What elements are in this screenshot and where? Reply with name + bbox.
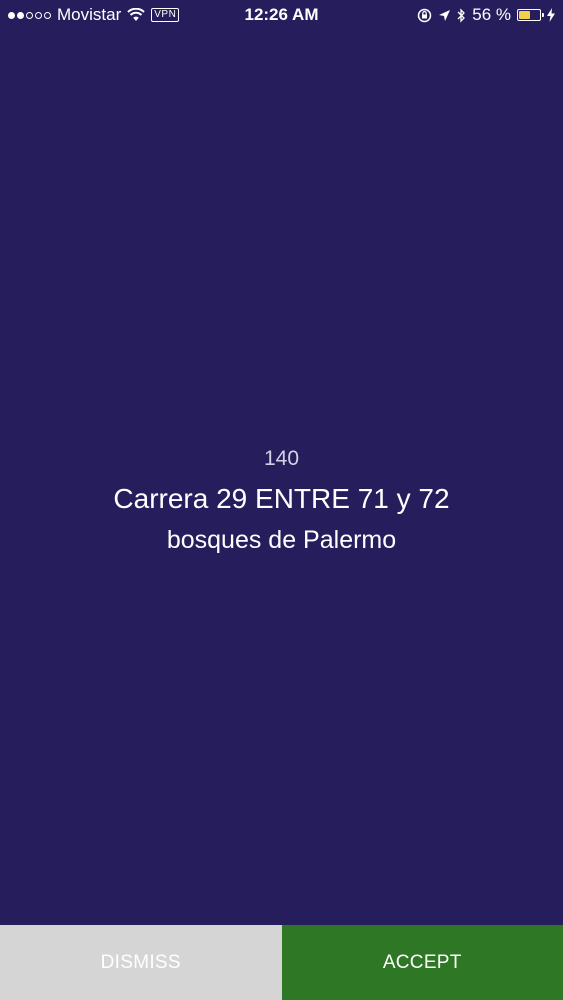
request-neighborhood: bosques de Palermo bbox=[166, 526, 397, 554]
accept-button[interactable]: ACCEPT bbox=[281, 925, 563, 1000]
request-address: Carrera 29 ENTRE 71 y 72 bbox=[113, 483, 450, 514]
request-number: 140 bbox=[263, 447, 300, 470]
battery-icon bbox=[517, 9, 544, 21]
location-arrow-icon bbox=[438, 9, 451, 22]
request-details: 140 Carrera 29 ENTRE 71 y 72 bosques de … bbox=[0, 440, 563, 560]
orientation-lock-icon bbox=[417, 8, 432, 23]
charging-bolt-icon bbox=[547, 8, 555, 22]
status-bar-right: 56 % bbox=[417, 5, 555, 25]
bluetooth-icon bbox=[457, 7, 466, 23]
battery-level-fill bbox=[519, 11, 530, 19]
dismiss-button[interactable]: DISMISS bbox=[0, 925, 282, 1000]
battery-percent: 56 % bbox=[472, 5, 511, 24]
status-bar: Movistar VPN 12:26 AM 56 % bbox=[0, 0, 563, 30]
action-bar: DISMISS ACCEPT bbox=[0, 925, 563, 1000]
